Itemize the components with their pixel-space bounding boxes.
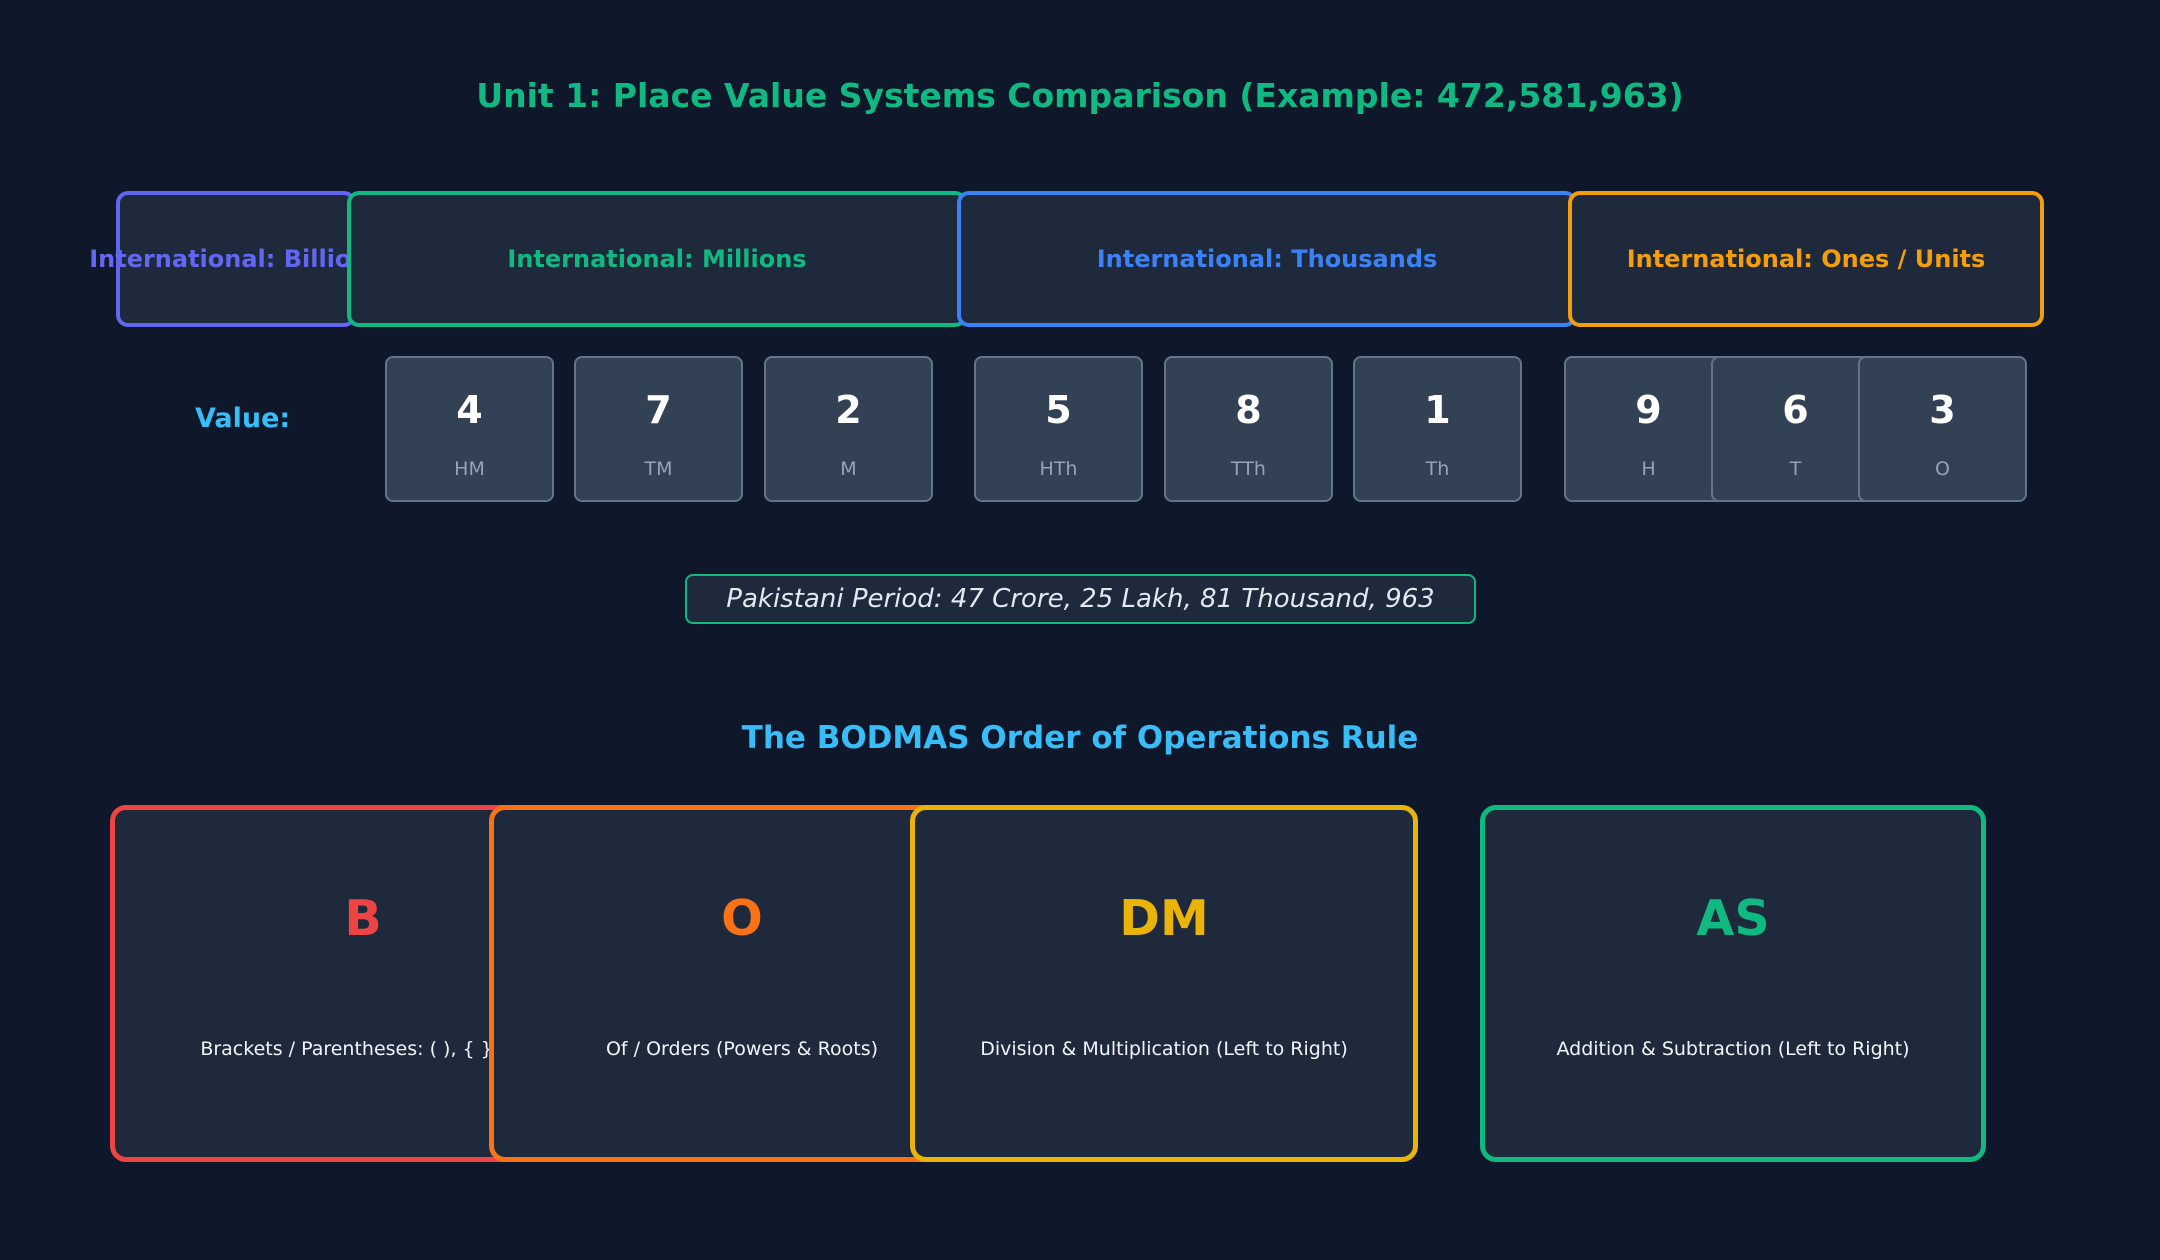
digit-value: 4 — [456, 388, 483, 432]
digit-place: M — [840, 458, 857, 480]
digit-value: 7 — [645, 388, 672, 432]
period-billions: International: Billions — [89, 191, 383, 327]
digit-value: 2 — [835, 388, 862, 432]
op-letter: DM — [1119, 890, 1209, 947]
digit-box-hundreds: 9 H — [1564, 356, 1733, 502]
digit-box-ones: 3 O — [1858, 356, 2027, 502]
op-description: Addition & Subtraction (Left to Right) — [1556, 1038, 1910, 1060]
bodmas-card-addition-subtraction: AS Addition & Subtraction (Left to Right… — [1480, 805, 1986, 1162]
digit-box-tens: 6 T — [1711, 356, 1880, 502]
digit-place: HTh — [1039, 458, 1078, 480]
digit-value: 6 — [1782, 388, 1809, 432]
digit-place: T — [1789, 458, 1802, 480]
digit-value: 5 — [1045, 388, 1072, 432]
period-billions-label: International: Billions — [89, 245, 383, 273]
period-thousands: International: Thousands — [957, 191, 1577, 327]
bodmas-card-division-multiplication: DM Division & Multiplication (Left to Ri… — [910, 805, 1418, 1162]
pakistani-period-text: Pakistani Period: 47 Crore, 25 Lakh, 81 … — [726, 584, 1435, 614]
digit-box-ten-millions: 7 TM — [574, 356, 743, 502]
digit-place: O — [1935, 458, 1950, 480]
digit-box-ten-thousands: 8 TTh — [1164, 356, 1333, 502]
digit-box-thousands: 1 Th — [1353, 356, 1522, 502]
digit-place: H — [1641, 458, 1656, 480]
digit-value: 8 — [1235, 388, 1262, 432]
digit-value: 1 — [1424, 388, 1451, 432]
digit-place: Th — [1425, 458, 1450, 480]
period-ones-label: International: Ones / Units — [1626, 245, 1986, 273]
digit-value: 3 — [1929, 388, 1956, 432]
digit-place: TTh — [1231, 458, 1266, 480]
value-label: Value: — [195, 403, 291, 434]
digit-value: 9 — [1635, 388, 1662, 432]
digit-box-millions: 2 M — [764, 356, 933, 502]
digit-place: HM — [454, 458, 485, 480]
bodmas-title: The BODMAS Order of Operations Rule — [741, 720, 1419, 756]
period-thousands-label: International: Thousands — [1096, 245, 1438, 273]
page-title: Unit 1: Place Value Systems Comparison (… — [476, 76, 1684, 115]
period-millions-label: International: Millions — [507, 245, 807, 273]
pakistani-period-box: Pakistani Period: 47 Crore, 25 Lakh, 81 … — [685, 574, 1476, 624]
period-millions: International: Millions — [347, 191, 967, 327]
digit-place: TM — [644, 458, 673, 480]
digit-box-hundred-millions: 4 HM — [385, 356, 554, 502]
period-ones: International: Ones / Units — [1568, 191, 2044, 327]
digit-box-hundred-thousands: 5 HTh — [974, 356, 1143, 502]
op-letter: AS — [1696, 890, 1770, 947]
op-description: Division & Multiplication (Left to Right… — [980, 1038, 1348, 1060]
